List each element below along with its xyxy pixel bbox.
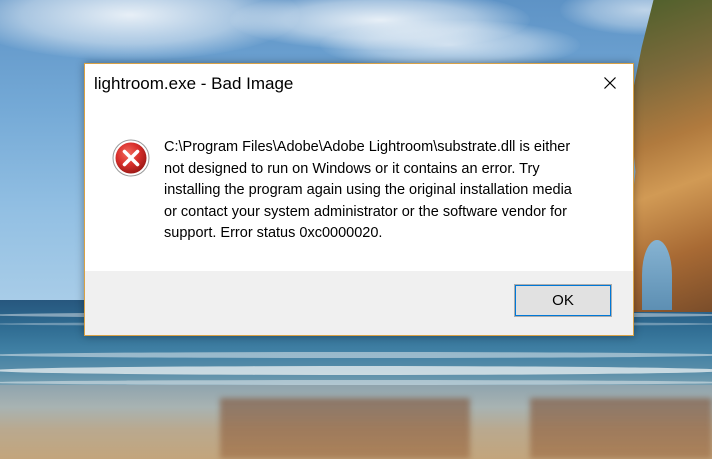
dialog-content: C:\Program Files\Adobe\Adobe Lightroom\s… — [85, 108, 633, 271]
dialog-footer: OK — [85, 271, 633, 335]
error-dialog: lightroom.exe - Bad Image C:\Program Fil… — [84, 63, 634, 336]
close-icon — [604, 77, 616, 89]
dialog-titlebar[interactable]: lightroom.exe - Bad Image — [85, 64, 633, 108]
dialog-title: lightroom.exe - Bad Image — [94, 74, 294, 93]
message-line: support. Error status 0xc0000020. — [164, 225, 383, 241]
wallpaper-wave — [0, 366, 712, 375]
message-line: C:\Program Files\Adobe\Adobe Lightroom\s… — [164, 139, 571, 155]
wallpaper-reflection — [530, 398, 712, 459]
error-icon — [112, 139, 150, 177]
close-button[interactable] — [587, 64, 633, 102]
message-line: or contact your system administrator or … — [164, 203, 567, 220]
message-line: not designed to run on Windows or it con… — [164, 160, 540, 177]
wallpaper-wave — [0, 352, 712, 358]
ok-button[interactable]: OK — [514, 284, 612, 317]
wallpaper-reflection — [220, 398, 470, 459]
wallpaper-cliff-arch — [642, 240, 672, 310]
message-line: installing the program again using the o… — [164, 182, 572, 198]
error-message: C:\Program Files\Adobe\Adobe Lightroom\s… — [164, 137, 604, 245]
